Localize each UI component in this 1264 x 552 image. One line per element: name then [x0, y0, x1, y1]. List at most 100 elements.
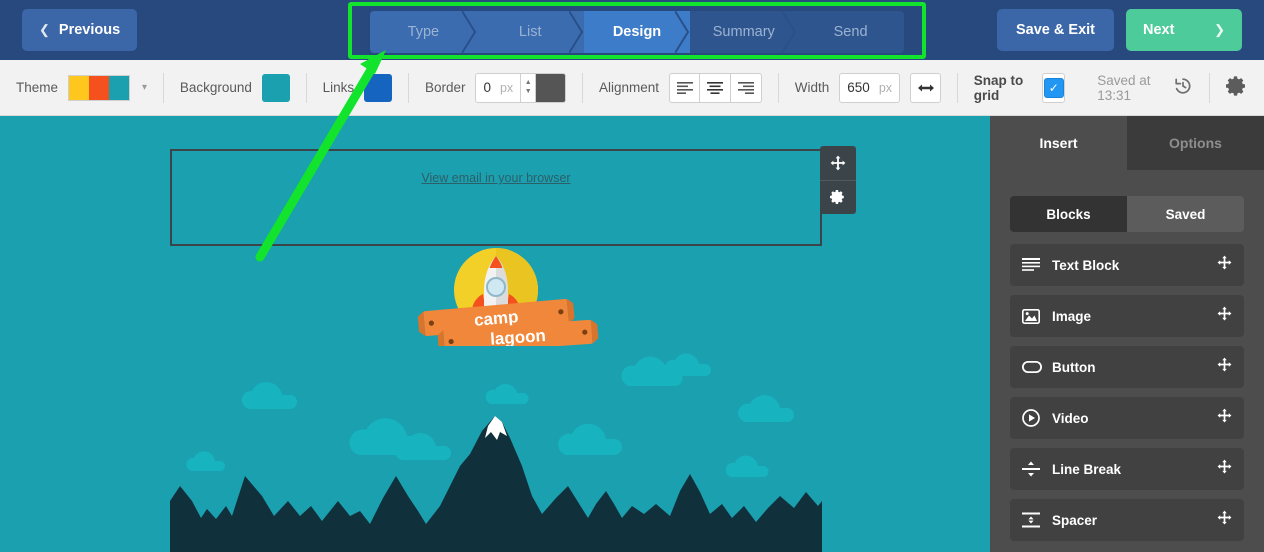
width-label: Width [794, 80, 830, 95]
block-item-video[interactable]: Video [1010, 397, 1244, 439]
segment-blocks-label: Blocks [1046, 206, 1091, 222]
top-right-actions: Save & Exit Next ❯ [997, 9, 1242, 51]
svg-text:lagoon: lagoon [490, 326, 547, 346]
move-icon[interactable] [820, 146, 856, 180]
tab-options[interactable]: Options [1127, 116, 1264, 170]
links-label: Links [322, 80, 355, 95]
chevron-left-icon: ❮ [39, 22, 50, 37]
drag-move-icon[interactable] [1217, 459, 1232, 479]
links-group: Links [307, 60, 409, 116]
design-toolbar: Theme ▾ Background Links Border 0 px ▲ ▼… [0, 60, 1264, 116]
save-and-exit-button[interactable]: Save & Exit [997, 9, 1114, 51]
previous-button-label: Previous [58, 22, 121, 38]
align-left-icon[interactable] [669, 72, 700, 103]
border-group: Border 0 px ▲ ▼ [409, 60, 582, 116]
block-label: Line Break [1052, 461, 1122, 477]
email-designer-app: ❮ Previous Type List Design Summary Send… [0, 0, 1264, 552]
links-color-swatch[interactable] [364, 73, 393, 102]
border-width-stepper[interactable]: ▲ ▼ [521, 72, 537, 103]
chevron-right-icon: ❯ [1214, 22, 1225, 37]
step-separator-icon [782, 11, 798, 53]
tab-insert[interactable]: Insert [990, 116, 1127, 170]
step-send[interactable]: Send [797, 11, 904, 53]
gear-icon[interactable] [1226, 75, 1248, 100]
step-separator-icon [568, 11, 585, 53]
block-label: Image [1052, 308, 1092, 324]
step-type-label: Type [407, 24, 440, 40]
border-width-unit: px [499, 80, 514, 95]
step-design[interactable]: Design [583, 11, 691, 53]
spacer-icon [1022, 512, 1048, 528]
text-lines-icon [1022, 258, 1048, 272]
border-color-swatch[interactable] [536, 72, 567, 103]
right-sidebar: Insert Options Blocks Saved Text Block I… [990, 116, 1264, 552]
chevron-down-icon[interactable]: ▾ [142, 82, 147, 93]
snap-to-grid-checkbox[interactable]: ✓ [1042, 72, 1066, 103]
block-label: Button [1052, 359, 1096, 375]
theme-group: Theme ▾ [0, 60, 163, 116]
theme-label: Theme [16, 80, 59, 95]
width-unit: px [878, 80, 893, 95]
drag-move-icon[interactable] [1217, 357, 1232, 377]
history-icon[interactable] [1173, 76, 1193, 99]
block-item-line-break[interactable]: Line Break [1010, 448, 1244, 490]
alignment-button-group [669, 72, 762, 103]
snap-to-grid-label: Snap to grid [973, 72, 1024, 103]
background-color-swatch[interactable] [261, 73, 290, 102]
block-handles [820, 146, 856, 214]
block-label: Spacer [1052, 512, 1098, 528]
tab-options-label: Options [1169, 135, 1222, 151]
alignment-group: Alignment [583, 60, 778, 116]
checkmark-icon: ✓ [1043, 77, 1064, 98]
segment-saved[interactable]: Saved [1127, 196, 1244, 232]
step-type[interactable]: Type [370, 11, 477, 53]
block-item-spacer[interactable]: Spacer [1010, 499, 1244, 541]
email-body[interactable]: View email in your browser camp lagoon [170, 116, 856, 552]
camp-lagoon-rocket-logo[interactable]: camp lagoon [382, 246, 610, 355]
saved-status-group: Saved at 13:31 [1081, 60, 1209, 116]
settings-group [1210, 60, 1264, 116]
preheader-block[interactable]: View email in your browser [170, 149, 822, 246]
drag-move-icon[interactable] [1217, 510, 1232, 530]
step-summary[interactable]: Summary [690, 11, 798, 53]
theme-swatch[interactable] [68, 74, 131, 101]
drag-move-icon[interactable] [1217, 408, 1232, 428]
step-design-label: Design [612, 24, 662, 40]
alignment-label: Alignment [598, 80, 659, 95]
block-item-text-block[interactable]: Text Block [1010, 244, 1244, 286]
next-button-label: Next [1143, 22, 1175, 38]
step-list-label: List [518, 24, 542, 40]
drag-move-icon[interactable] [1217, 306, 1232, 326]
drag-move-icon[interactable] [1217, 255, 1232, 275]
border-width-input[interactable]: 0 px [475, 72, 522, 103]
background-group: Background [164, 60, 306, 116]
stepper-up-icon: ▲ [524, 79, 532, 86]
border-width-value: 0 [483, 80, 491, 95]
background-label: Background [179, 80, 252, 95]
save-and-exit-label: Save & Exit [1016, 22, 1095, 38]
width-input[interactable]: 650 px [839, 72, 901, 103]
block-label: Text Block [1052, 257, 1120, 273]
align-center-icon[interactable] [700, 72, 731, 103]
snap-to-grid-group: Snap to grid ✓ [958, 60, 1081, 116]
arrows-horizontal-icon[interactable] [910, 72, 942, 103]
view-in-browser-link[interactable]: View email in your browser [421, 171, 570, 244]
email-canvas[interactable]: View email in your browser camp lagoon [0, 116, 990, 552]
step-list[interactable]: List [476, 11, 585, 53]
border-label: Border [424, 80, 466, 95]
gear-icon[interactable] [820, 179, 856, 215]
block-list: Text Block Image Button Video Line Break… [1010, 244, 1244, 541]
block-item-button[interactable]: Button [1010, 346, 1244, 388]
blocks-saved-toggle: Blocks Saved [1010, 196, 1244, 232]
wizard-steps-list: Type List Design Summary Send [370, 11, 904, 53]
mountains-illustration[interactable] [170, 346, 822, 552]
next-button[interactable]: Next ❯ [1126, 9, 1242, 51]
previous-button[interactable]: ❮ Previous [22, 9, 138, 51]
align-right-icon[interactable] [731, 72, 762, 103]
segment-blocks[interactable]: Blocks [1010, 196, 1127, 232]
step-send-label: Send [833, 24, 868, 40]
play-circle-icon [1022, 409, 1048, 427]
sidebar-tabs: Insert Options [990, 116, 1264, 170]
block-item-image[interactable]: Image [1010, 295, 1244, 337]
step-summary-label: Summary [712, 24, 775, 40]
